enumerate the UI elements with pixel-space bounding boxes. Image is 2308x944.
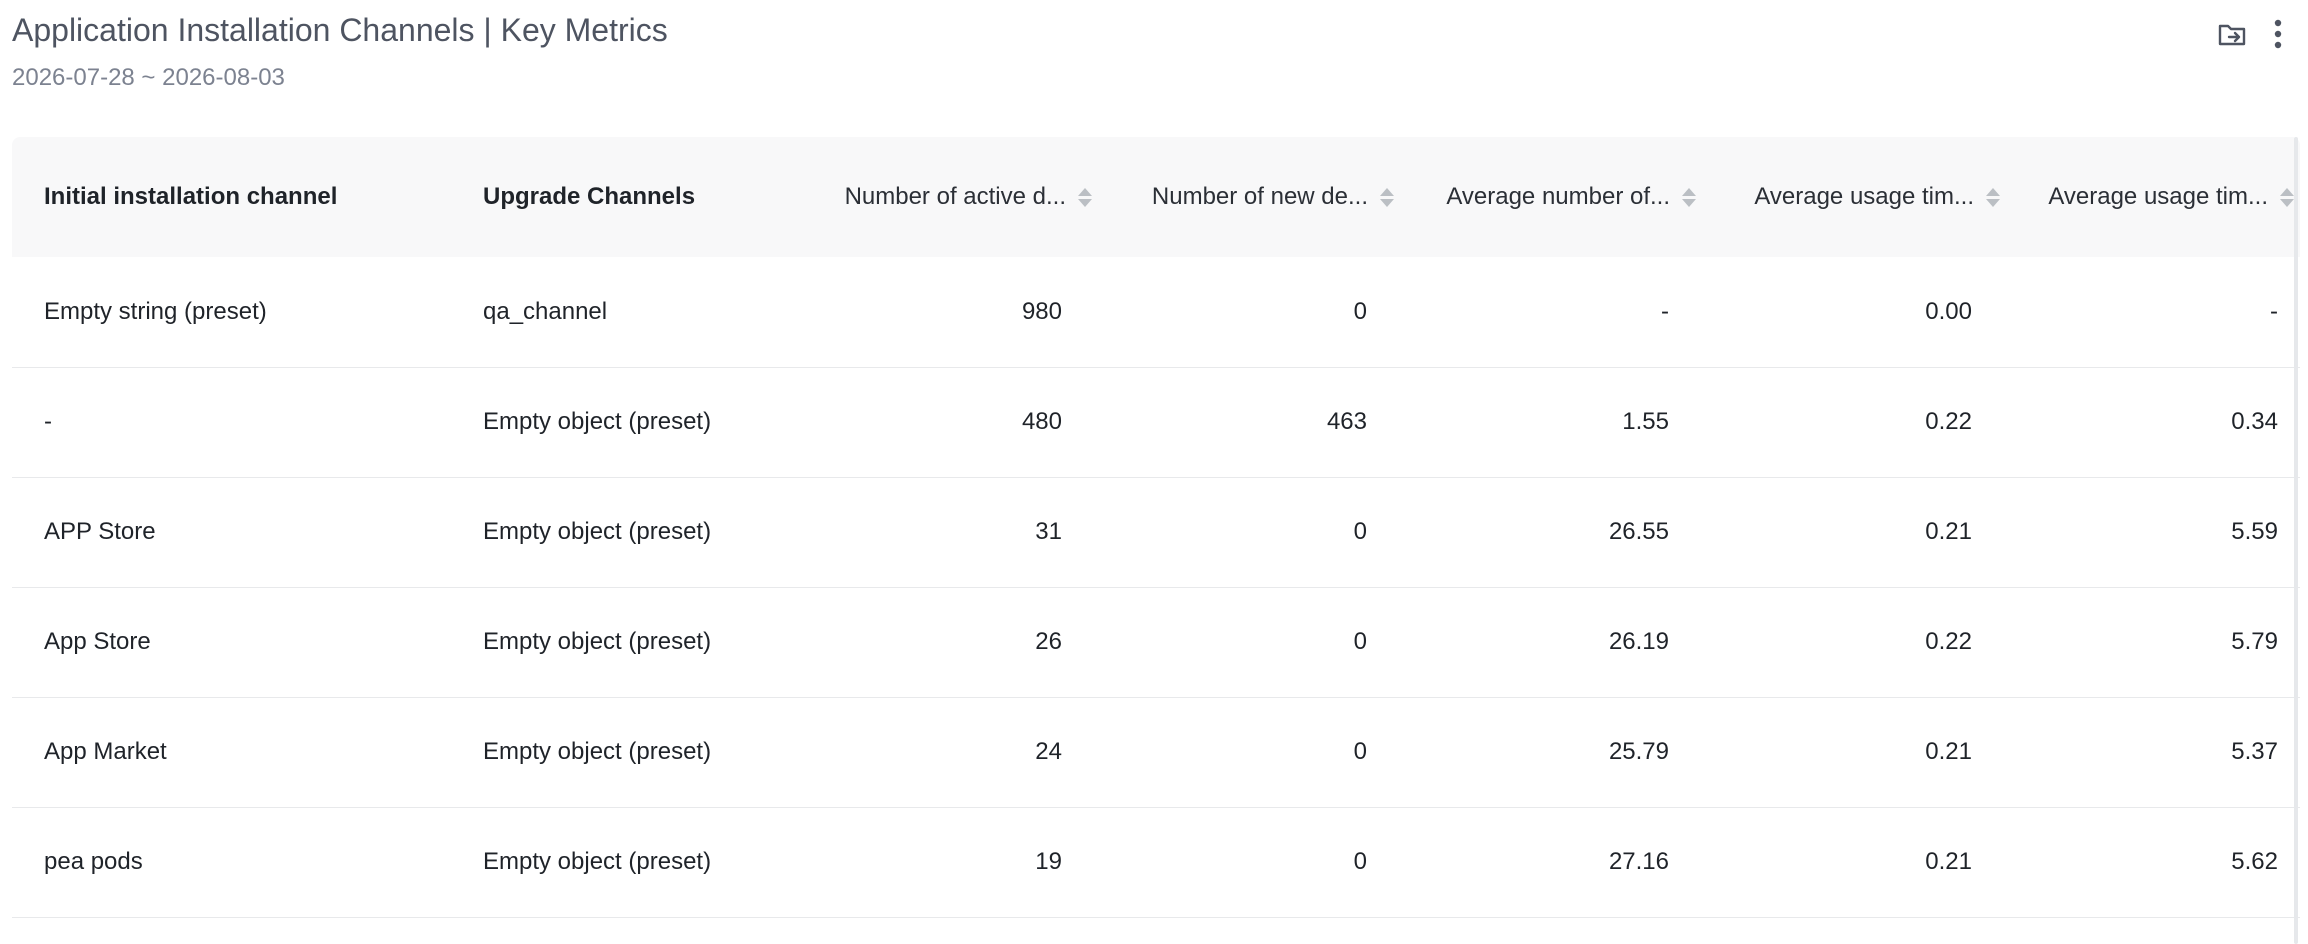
column-header-active-devices[interactable]: Number of active d... [802, 137, 1092, 257]
page-title: Application Installation Channels | Key … [12, 12, 668, 48]
metrics-table: Initial installation channel Upgrade Cha… [12, 137, 2300, 944]
cell-initial-channel: Empty string (preset) [44, 298, 267, 325]
column-header-label: Number of active d... [844, 183, 1066, 210]
more-button[interactable] [2258, 14, 2298, 54]
cell-average-usage-time-1: 0.21 [1925, 518, 1972, 545]
cell-upgrade-channel: Empty object (preset) [483, 738, 712, 765]
sort-icon[interactable] [1380, 187, 1394, 207]
cell-average-usage-time-1: 0.00 [1925, 298, 1972, 325]
cell-upgrade-channel: Empty object (preset) [483, 408, 712, 435]
column-header-label: Initial installation channel [44, 183, 338, 210]
column-header-label: Upgrade Channels [483, 183, 696, 210]
cell-average-number: 27.16 [1608, 848, 1669, 875]
cell-initial-channel: App Market [44, 738, 167, 765]
cell-average-number: 26.55 [1608, 518, 1669, 545]
cell-average-number: - [1661, 298, 1669, 325]
column-header-label: Average number of... [1446, 183, 1670, 210]
cell-new-devices: 0 [1353, 518, 1367, 545]
column-header-upgrade-channels: Upgrade Channels [483, 137, 783, 257]
cell-active-devices: 480 [1021, 408, 1062, 435]
cell-active-devices: 19 [1035, 848, 1062, 875]
cell-initial-channel: App Store [44, 628, 151, 655]
table-row[interactable]: APP Store Empty object (preset) 31 0 26.… [12, 477, 2300, 588]
more-icon [2274, 19, 2282, 49]
cell-new-devices: 0 [1353, 298, 1367, 325]
cell-new-devices: 0 [1353, 848, 1367, 875]
column-header-new-devices[interactable]: Number of new de... [1112, 137, 1394, 257]
export-button[interactable] [2212, 14, 2252, 54]
cell-new-devices: 0 [1353, 738, 1367, 765]
table-row[interactable]: App Market Empty object (preset) 24 0 25… [12, 697, 2300, 808]
table-header: Initial installation channel Upgrade Cha… [12, 137, 2300, 257]
cell-upgrade-channel: qa_channel [483, 298, 608, 325]
cell-new-devices: 463 [1326, 408, 1367, 435]
export-icon [2218, 24, 2246, 46]
cell-active-devices: 31 [1035, 518, 1062, 545]
cell-average-usage-time-2: 5.79 [2231, 628, 2278, 655]
column-header-average-usage-time-1[interactable]: Average usage tim... [1718, 137, 2000, 257]
sort-icon[interactable] [1078, 187, 1092, 207]
column-header-label: Number of new de... [1151, 183, 1368, 210]
column-header-average-usage-time-2[interactable]: Average usage tim... [2020, 137, 2294, 257]
vertical-scrollbar[interactable] [2294, 137, 2298, 944]
cell-average-usage-time-1: 0.22 [1925, 628, 1972, 655]
cell-average-number: 26.19 [1608, 628, 1669, 655]
cell-initial-channel: - [44, 408, 52, 435]
metrics-card: Application Installation Channels | Key … [0, 0, 2308, 944]
column-header-label: Average usage tim... [2048, 183, 2268, 210]
cell-active-devices: 24 [1035, 738, 1062, 765]
cell-average-usage-time-1: 0.22 [1925, 408, 1972, 435]
column-header-label: Average usage tim... [1754, 183, 1974, 210]
table-row[interactable]: App Store Empty object (preset) 26 0 26.… [12, 587, 2300, 698]
cell-initial-channel: APP Store [44, 518, 156, 545]
sort-icon[interactable] [2280, 187, 2294, 207]
table-row[interactable]: - Empty object (preset) 480 463 1.55 0.2… [12, 367, 2300, 478]
cell-average-usage-time-1: 0.21 [1925, 738, 1972, 765]
header-actions [2212, 14, 2298, 54]
cell-initial-channel: pea pods [44, 848, 143, 875]
column-header-average-number[interactable]: Average number of... [1414, 137, 1696, 257]
cell-active-devices: 26 [1035, 628, 1062, 655]
cell-average-usage-time-2: - [2270, 298, 2278, 325]
cell-average-usage-time-2: 0.34 [2231, 408, 2278, 435]
sort-icon[interactable] [1682, 187, 1696, 207]
cell-average-usage-time-2: 5.37 [2231, 738, 2278, 765]
cell-active-devices: 980 [1021, 298, 1062, 325]
table-row[interactable]: pea pods Empty object (preset) 19 0 27.1… [12, 807, 2300, 918]
cell-average-number: 1.55 [1622, 408, 1669, 435]
date-range: 2026-07-28 ~ 2026-08-03 [12, 64, 285, 91]
sort-icon[interactable] [1986, 187, 2000, 207]
cell-average-usage-time-1: 0.21 [1925, 848, 1972, 875]
cell-new-devices: 0 [1353, 628, 1367, 655]
cell-average-usage-time-2: 5.59 [2231, 518, 2278, 545]
cell-upgrade-channel: Empty object (preset) [483, 848, 712, 875]
cell-upgrade-channel: Empty object (preset) [483, 628, 712, 655]
column-header-initial-channel: Initial installation channel [44, 137, 464, 257]
cell-upgrade-channel: Empty object (preset) [483, 518, 712, 545]
cell-average-usage-time-2: 5.62 [2231, 848, 2278, 875]
table-row[interactable]: Empty string (preset) qa_channel 980 0 -… [12, 257, 2300, 368]
cell-average-number: 25.79 [1608, 738, 1669, 765]
